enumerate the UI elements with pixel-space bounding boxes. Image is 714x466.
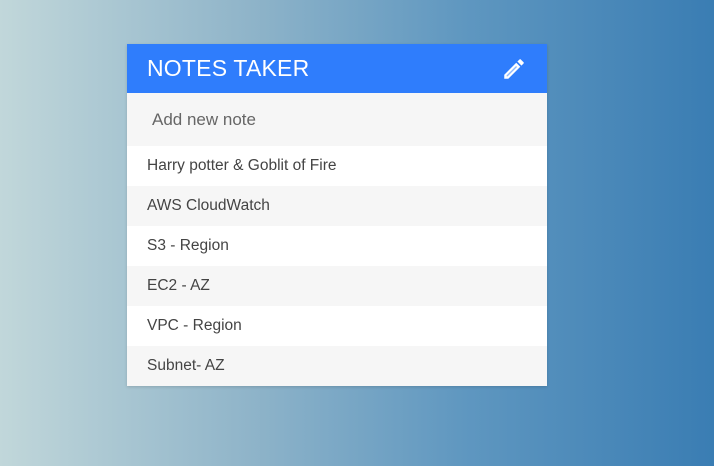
note-item[interactable]: EC2 - AZ xyxy=(127,266,547,306)
notes-card: NOTES TAKER Harry potter & Goblit of Fir… xyxy=(127,44,547,386)
note-text: S3 - Region xyxy=(147,237,229,254)
app-header: NOTES TAKER xyxy=(127,44,547,93)
app-title: NOTES TAKER xyxy=(147,55,310,81)
note-text: AWS CloudWatch xyxy=(147,197,270,214)
add-note-input[interactable] xyxy=(150,108,524,131)
pencil-icon[interactable] xyxy=(501,56,527,82)
note-item[interactable]: S3 - Region xyxy=(127,226,547,266)
note-text: Harry potter & Goblit of Fire xyxy=(147,157,337,174)
note-item[interactable]: VPC - Region xyxy=(127,306,547,346)
note-item[interactable]: Subnet- AZ xyxy=(127,346,547,386)
note-text: Subnet- AZ xyxy=(147,357,225,374)
note-item[interactable]: AWS CloudWatch xyxy=(127,186,547,226)
note-text: EC2 - AZ xyxy=(147,277,210,294)
note-item[interactable]: Harry potter & Goblit of Fire xyxy=(127,146,547,186)
add-note-row xyxy=(127,93,547,146)
notes-list: Harry potter & Goblit of Fire AWS CloudW… xyxy=(127,146,547,386)
note-text: VPC - Region xyxy=(147,317,242,334)
